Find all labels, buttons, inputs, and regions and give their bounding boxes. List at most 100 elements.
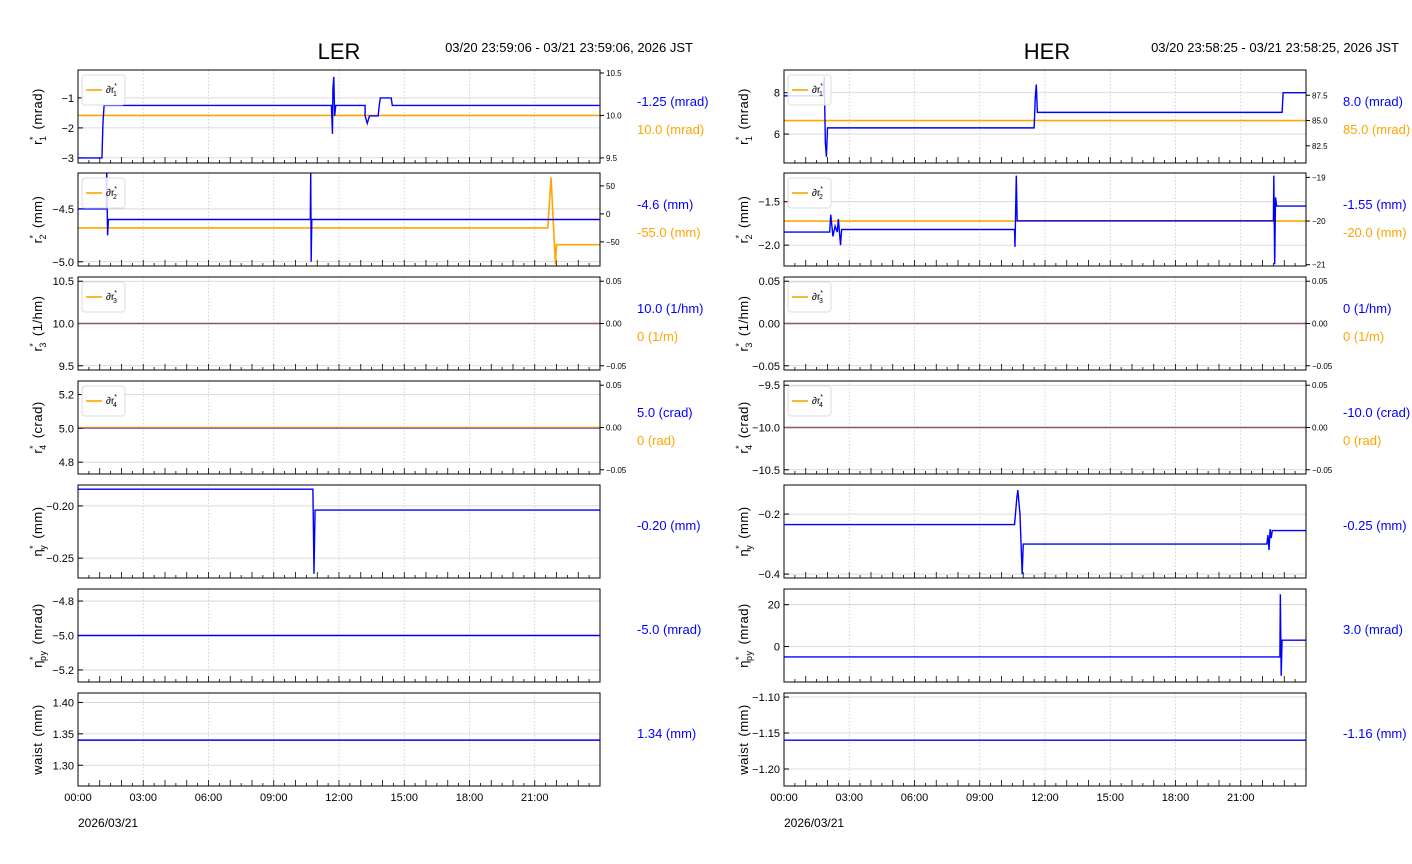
panel: −4.5−5.0500−50∂r* 2r*2(mm) -4.6 (mm)-55.0 …	[28, 172, 701, 269]
y-tick-label: 10.0	[53, 319, 74, 331]
legend-label: ∂r* 3	[106, 290, 117, 305]
y-tick-label: 0	[774, 641, 780, 653]
y-tick-label: −5.0	[52, 257, 74, 269]
ylabel-sub: 2	[744, 234, 754, 240]
panel: −1.5−2.0−19−20−21∂r* 2r*2(mm) -1.55 (mm)-2…	[734, 172, 1407, 270]
current-value-blue: 8.0 (mrad)	[1343, 94, 1403, 109]
y-axis-label: r*4(crad)	[734, 401, 754, 453]
panel: 10.510.09.50.050.00−0.05∂r* 3r*3(1/hm) 10.…	[28, 276, 703, 373]
y-tick-label: −1.20	[752, 764, 780, 776]
legend-sub: 1	[113, 91, 117, 98]
current-value-blue: -1.16 (mm)	[1343, 726, 1407, 741]
x-tick-label: 00:00	[770, 792, 798, 804]
legend-sup: *	[114, 394, 117, 401]
chart-ler: LER 03/20 23:59:06 - 03/21 23:59:06, 2026…	[28, 39, 709, 830]
legend-sub: 4	[113, 402, 117, 409]
ylabel-unit: (mm)	[30, 704, 45, 736]
current-value-orange: 0 (1/m)	[637, 329, 678, 344]
right-tick-label: −0.05	[1312, 362, 1333, 371]
right-tick-label: 0	[606, 210, 611, 219]
right-tick-label: 0.00	[1312, 320, 1328, 329]
ylabel-sub: 2	[38, 234, 48, 240]
current-value-orange: -20.0 (mm)	[1343, 225, 1407, 240]
current-value-blue: -10.0 (crad)	[1343, 405, 1410, 420]
legend-sup: *	[820, 290, 823, 297]
current-value-blue: -4.6 (mm)	[637, 197, 693, 212]
legend-label: ∂r* 3	[812, 290, 823, 305]
panel: −0.2−0.4η*y(mm) -0.25 (mm)	[734, 484, 1407, 581]
legend-sub: 3	[819, 298, 823, 305]
right-tick-label: 0.00	[606, 424, 622, 433]
current-value-blue: -0.25 (mm)	[1343, 518, 1407, 533]
panel: 5.25.04.80.050.00−0.05∂r* 4r*4(crad) 5.0 (…	[28, 380, 693, 475]
current-value-blue: -0.20 (mm)	[637, 518, 701, 533]
current-value-blue: 3.0 (mrad)	[1343, 622, 1403, 637]
legend-sup: *	[820, 186, 823, 193]
legend-label: ∂r* 1	[106, 83, 117, 98]
panel: −1−2−310.510.09.5∂r* 1r*1(mrad) -1.25 (mra…	[28, 69, 709, 165]
ylabel-sub: 1	[744, 135, 754, 141]
y-tick-label: −0.05	[752, 361, 780, 373]
x-tick-label: 09:00	[966, 792, 994, 804]
ylabel-unit: (crad)	[736, 401, 751, 438]
x-tick-label: 12:00	[325, 792, 353, 804]
y-axis-label: η*py(mrad)	[734, 603, 754, 668]
y-axis-label: η*y(mm)	[734, 506, 754, 556]
current-value-blue: -5.0 (mrad)	[637, 622, 701, 637]
x-tick-label: 03:00	[835, 792, 863, 804]
panel: −4.8−5.0−5.2η*py(mrad) -5.0 (mrad)	[28, 588, 701, 683]
y-tick-label: −3	[61, 153, 74, 165]
right-tick-label: 0.05	[606, 381, 622, 390]
y-tick-label: 5.2	[59, 390, 74, 402]
y-axis-label: r*2(mm)	[28, 196, 48, 244]
ylabel-base: waist	[736, 743, 751, 776]
ylabel-sup: *	[734, 656, 744, 660]
x-tick-label: 00:00	[64, 792, 92, 804]
current-value-orange: 85.0 (mrad)	[1343, 122, 1410, 137]
chart-title: LER	[318, 39, 361, 64]
ylabel-sup: *	[734, 545, 744, 549]
ylabel-unit: (mrad)	[736, 603, 751, 644]
x-tick-label: 09:00	[260, 792, 288, 804]
ylabel-unit: (mm)	[736, 704, 751, 736]
right-tick-label: 50	[606, 182, 615, 191]
y-tick-label: −10.5	[752, 465, 780, 477]
y-tick-label: 1.40	[53, 697, 74, 709]
y-tick-label: −1.10	[752, 692, 780, 704]
right-tick-label: 0.05	[606, 277, 622, 286]
legend-label: ∂r* 4	[812, 394, 823, 409]
panel: 0.050.00−0.050.050.00−0.05∂r* 3r*3(1/hm) 0…	[734, 276, 1391, 373]
current-value-blue: 1.34 (mm)	[637, 726, 696, 741]
ylabel-sub: py	[38, 651, 48, 662]
x-tick-label: 06:00	[901, 792, 929, 804]
ylabel-sup: *	[734, 234, 744, 238]
y-tick-label: 10.5	[53, 276, 74, 288]
y-axis-label: r*3(1/hm)	[28, 296, 48, 352]
time-range: 03/20 23:59:06 - 03/21 23:59:06, 2026 JS…	[445, 40, 693, 55]
ylabel-sup: *	[734, 343, 744, 347]
y-tick-label: −1.5	[758, 197, 780, 209]
y-tick-label: 4.8	[59, 457, 74, 469]
right-tick-label: −19	[1312, 173, 1326, 182]
ylabel-sup: *	[28, 136, 38, 140]
ylabel-sup: *	[28, 343, 38, 347]
legend-label: ∂r* 1	[812, 83, 823, 98]
legend-sub: 4	[819, 402, 823, 409]
legend-label: ∂r* 4	[106, 394, 117, 409]
current-value-blue: -1.55 (mm)	[1343, 197, 1407, 212]
x-tick-label: 06:00	[195, 792, 223, 804]
panel: 1.40 1.35 1.30 waist (mm) 1.34 (mm)	[30, 692, 696, 787]
y-tick-label: −0.4	[758, 569, 780, 581]
current-value-orange: -55.0 (mm)	[637, 225, 701, 240]
ylabel-sub: y	[744, 545, 754, 550]
x-date-label: 2026/03/21	[78, 816, 138, 830]
current-value-orange: 0 (rad)	[1343, 433, 1381, 448]
y-axis-label: r*4(crad)	[28, 401, 48, 453]
y-tick-label: −2.0	[758, 240, 780, 252]
series-blue-line	[78, 76, 600, 159]
right-tick-label: 82.5	[1312, 142, 1328, 151]
ylabel-sub: 3	[38, 342, 48, 348]
y-axis-label: r*1(mrad)	[28, 88, 48, 145]
y-tick-label: −1	[61, 93, 74, 105]
right-tick-label: 0.00	[606, 320, 622, 329]
